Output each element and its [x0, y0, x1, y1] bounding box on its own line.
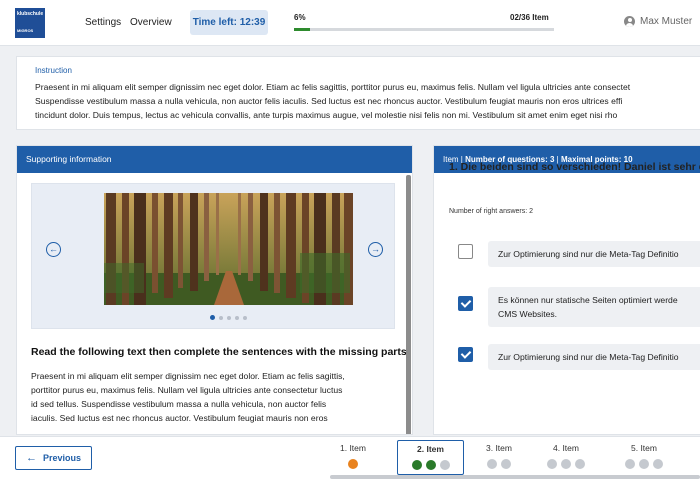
answer-text: Zur Optimierung sind nur die Meta-Tag De…	[498, 352, 679, 362]
item-nav-4[interactable]: 4. Item	[540, 443, 592, 469]
status-dot	[411, 460, 422, 470]
status-dot	[653, 459, 663, 469]
user-menu[interactable]: Max Muster	[624, 16, 692, 27]
answer-text-box: Zur Optimierung sind nur die Meta-Tag De…	[488, 344, 700, 370]
supporting-information-panel: Supporting information ← → Read the foll…	[16, 145, 413, 435]
carousel-dot[interactable]	[210, 315, 215, 320]
answer-checkbox[interactable]	[458, 244, 473, 259]
status-dot	[425, 460, 436, 470]
answer-text: Es können nur statische Seiten optimiert…	[498, 295, 678, 305]
item-label: 5. Item	[631, 443, 657, 453]
instruction-line: Suspendisse vestibulum massa a nulla veh…	[35, 96, 623, 106]
item-label: 2. Item	[417, 444, 444, 454]
nav-overview[interactable]: Overview	[130, 17, 172, 28]
item-nav-3[interactable]: 3. Item	[475, 443, 523, 469]
item-status-dots	[618, 459, 670, 469]
reading-title: Read the following text then complete th…	[31, 346, 407, 358]
answer-option[interactable]: Zur Optimierung sind nur die Meta-Tag De…	[458, 344, 700, 370]
item-status-dots	[330, 459, 376, 469]
status-dot	[575, 459, 585, 469]
question-panel: Item | Number of questions: 3 | Maximal …	[433, 145, 700, 435]
carousel-pagination	[210, 315, 247, 320]
answer-text-box: Zur Optimierung sind nur die Meta-Tag De…	[488, 241, 700, 267]
logo-text: klubschule	[17, 11, 44, 17]
item-status-dots	[540, 459, 592, 469]
arrow-left-icon: ←	[49, 244, 58, 254]
status-dot	[639, 459, 649, 469]
panel-scrollbar[interactable]	[406, 175, 411, 434]
reading-line: id sed tellus. Suspendisse vestibulum ma…	[31, 399, 327, 409]
answer-option[interactable]: Zur Optimierung sind nur die Meta-Tag De…	[458, 241, 700, 267]
instruction-line: tincidunt dolor. Duis tempus, lectus ac …	[35, 110, 618, 120]
klubschule-logo: klubschule MIGROS	[15, 8, 45, 38]
status-dot	[439, 460, 450, 470]
instruction-line: Praesent in mi aliquam elit semper digni…	[35, 82, 631, 92]
previous-label: Previous	[42, 453, 82, 463]
answer-text: Zur Optimierung sind nur die Meta-Tag De…	[498, 249, 679, 259]
user-name: Max Muster	[640, 16, 693, 27]
logo-subtext: MIGROS	[17, 28, 34, 33]
status-dot	[561, 459, 571, 469]
status-dot	[348, 459, 358, 469]
reading-line: iaculis. Sed luctus est nec rhoncus auct…	[31, 413, 328, 423]
instruction-box: Instruction Praesent in mi aliquam elit …	[16, 56, 700, 130]
answer-text: CMS Websites.	[498, 309, 558, 319]
reading-line: porttitor purus eu, maximus felis. Nulla…	[31, 385, 343, 395]
answer-checkbox[interactable]	[458, 347, 473, 362]
progress-count: 02/36 Item	[510, 13, 549, 22]
item-label: 3. Item	[486, 443, 512, 453]
supporting-information-title: Supporting information	[17, 146, 412, 173]
arrow-left-icon: ←	[25, 452, 37, 464]
user-icon	[624, 16, 635, 27]
carousel-dot[interactable]	[219, 315, 223, 320]
carousel-next-button[interactable]: →	[368, 242, 383, 257]
carousel-dot[interactable]	[227, 315, 231, 320]
reading-text: Praesent in mi aliquam elit semper digni…	[31, 369, 403, 425]
carousel-prev-button[interactable]: ←	[46, 242, 61, 257]
time-left-badge: Time left: 12:39	[190, 10, 268, 35]
reading-line: Praesent in mi aliquam elit semper digni…	[31, 371, 345, 381]
previous-button[interactable]: ← Previous	[15, 446, 92, 470]
nav-settings[interactable]: Settings	[85, 17, 121, 28]
progress-percent: 6%	[294, 13, 306, 22]
item-label: 4. Item	[553, 443, 579, 453]
carousel-dot[interactable]	[235, 315, 239, 320]
bottom-scrollbar[interactable]	[330, 475, 700, 479]
progress-fill	[294, 28, 310, 31]
carousel-dot[interactable]	[243, 315, 247, 320]
status-dot	[547, 459, 557, 469]
status-dot	[487, 459, 497, 469]
status-dot	[625, 459, 635, 469]
status-dot	[501, 459, 511, 469]
forest-image	[104, 193, 353, 305]
item-label: 1. Item	[340, 443, 366, 453]
arrow-right-icon: →	[371, 244, 380, 254]
item-nav-2[interactable]: 2. Item	[397, 440, 464, 475]
instruction-title: Instruction	[35, 66, 72, 75]
answer-checkbox[interactable]	[458, 296, 473, 311]
item-nav-1[interactable]: 1. Item	[330, 443, 376, 469]
top-header: klubschule MIGROS Settings Overview Time…	[0, 0, 700, 46]
answer-option[interactable]: Es können nur statische Seiten optimiert…	[458, 287, 700, 327]
question-title: 1. Die beiden sind so verschieden! Danie…	[449, 161, 700, 173]
item-status-dots	[475, 459, 523, 469]
image-carousel: ← →	[31, 183, 395, 329]
right-answers-count: Number of right answers: 2	[449, 208, 534, 215]
answer-text-box: Es können nur statische Seiten optimiert…	[488, 287, 700, 327]
item-nav-5[interactable]: 5. Item	[618, 443, 670, 469]
progress-bar	[294, 28, 554, 31]
item-status-dots	[398, 460, 463, 470]
